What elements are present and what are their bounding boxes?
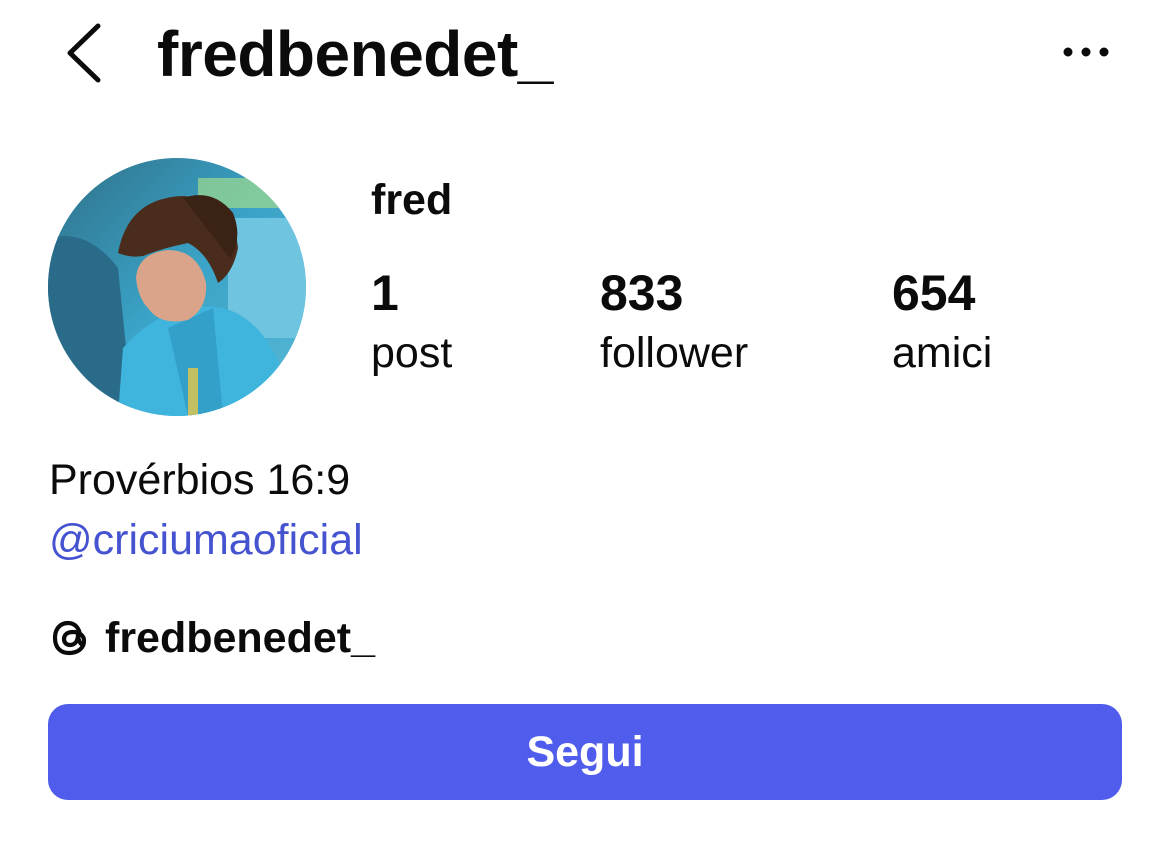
page-title: fredbenedet_ xyxy=(157,18,553,90)
friends-count: 654 xyxy=(892,265,976,321)
posts-label: post xyxy=(371,329,453,377)
stat-followers[interactable]: 833 follower xyxy=(600,262,748,382)
avatar[interactable] xyxy=(48,158,306,416)
back-button[interactable] xyxy=(58,20,108,84)
display-name: fred xyxy=(371,176,453,224)
chevron-left-icon xyxy=(67,23,101,83)
ellipsis-icon xyxy=(1063,47,1109,57)
follow-button[interactable]: Segui xyxy=(48,704,1122,800)
profile-header: fredbenedet_ xyxy=(0,0,1170,110)
threads-handle: fredbenedet_ xyxy=(105,614,376,662)
bio-text: Provérbios 16:9 xyxy=(49,456,351,504)
stat-posts[interactable]: 1 post xyxy=(371,262,452,382)
posts-count: 1 xyxy=(371,265,399,321)
threads-icon xyxy=(49,616,93,660)
more-options-button[interactable] xyxy=(1056,32,1116,72)
threads-link[interactable]: fredbenedet_ xyxy=(49,610,375,666)
stat-friends[interactable]: 654 amici xyxy=(892,262,992,382)
followers-label: follower xyxy=(600,329,749,377)
bio-mention-link[interactable]: @criciumaoficial xyxy=(49,512,363,568)
followers-count: 833 xyxy=(600,265,684,321)
friends-label: amici xyxy=(892,329,993,377)
